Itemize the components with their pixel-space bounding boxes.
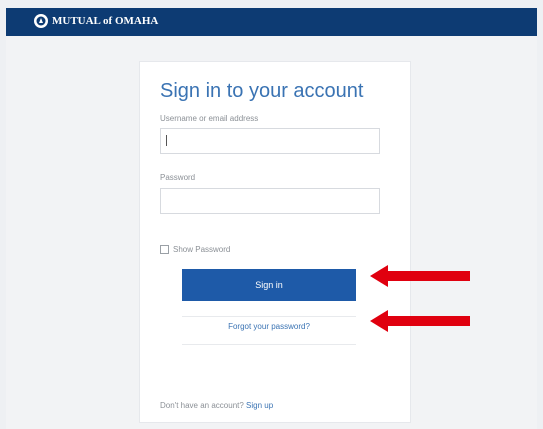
brand-logo[interactable]: MUTUAL of OMAHA xyxy=(34,14,158,28)
password-input[interactable] xyxy=(160,188,380,214)
signup-prompt: Don't have an account? Sign up xyxy=(160,401,273,410)
signup-link[interactable]: Sign up xyxy=(246,401,273,410)
show-password-checkbox[interactable] xyxy=(160,245,169,254)
signin-button[interactable]: Sign in xyxy=(182,269,356,301)
text-caret xyxy=(166,135,167,146)
signin-card: Sign in to your account Username or emai… xyxy=(140,62,410,422)
show-password-toggle[interactable]: Show Password xyxy=(160,245,230,254)
show-password-label: Show Password xyxy=(173,245,231,254)
indian-head-icon xyxy=(34,14,48,28)
arrow-icon-forgot xyxy=(370,310,470,332)
header-bar: MUTUAL of OMAHA xyxy=(6,8,537,36)
divider xyxy=(182,344,356,345)
password-label: Password xyxy=(160,173,196,182)
brand-name: MUTUAL of OMAHA xyxy=(52,15,159,27)
divider xyxy=(182,316,356,317)
page-title: Sign in to your account xyxy=(160,80,364,102)
arrow-icon-signin xyxy=(370,265,470,287)
username-label: Username or email address xyxy=(160,114,259,123)
forgot-password-link[interactable]: Forgot your password? xyxy=(182,322,356,331)
username-input[interactable] xyxy=(160,128,380,154)
browser-content: MUTUAL of OMAHA Sign in to your account … xyxy=(6,8,537,429)
no-account-text: Don't have an account? xyxy=(160,401,244,410)
